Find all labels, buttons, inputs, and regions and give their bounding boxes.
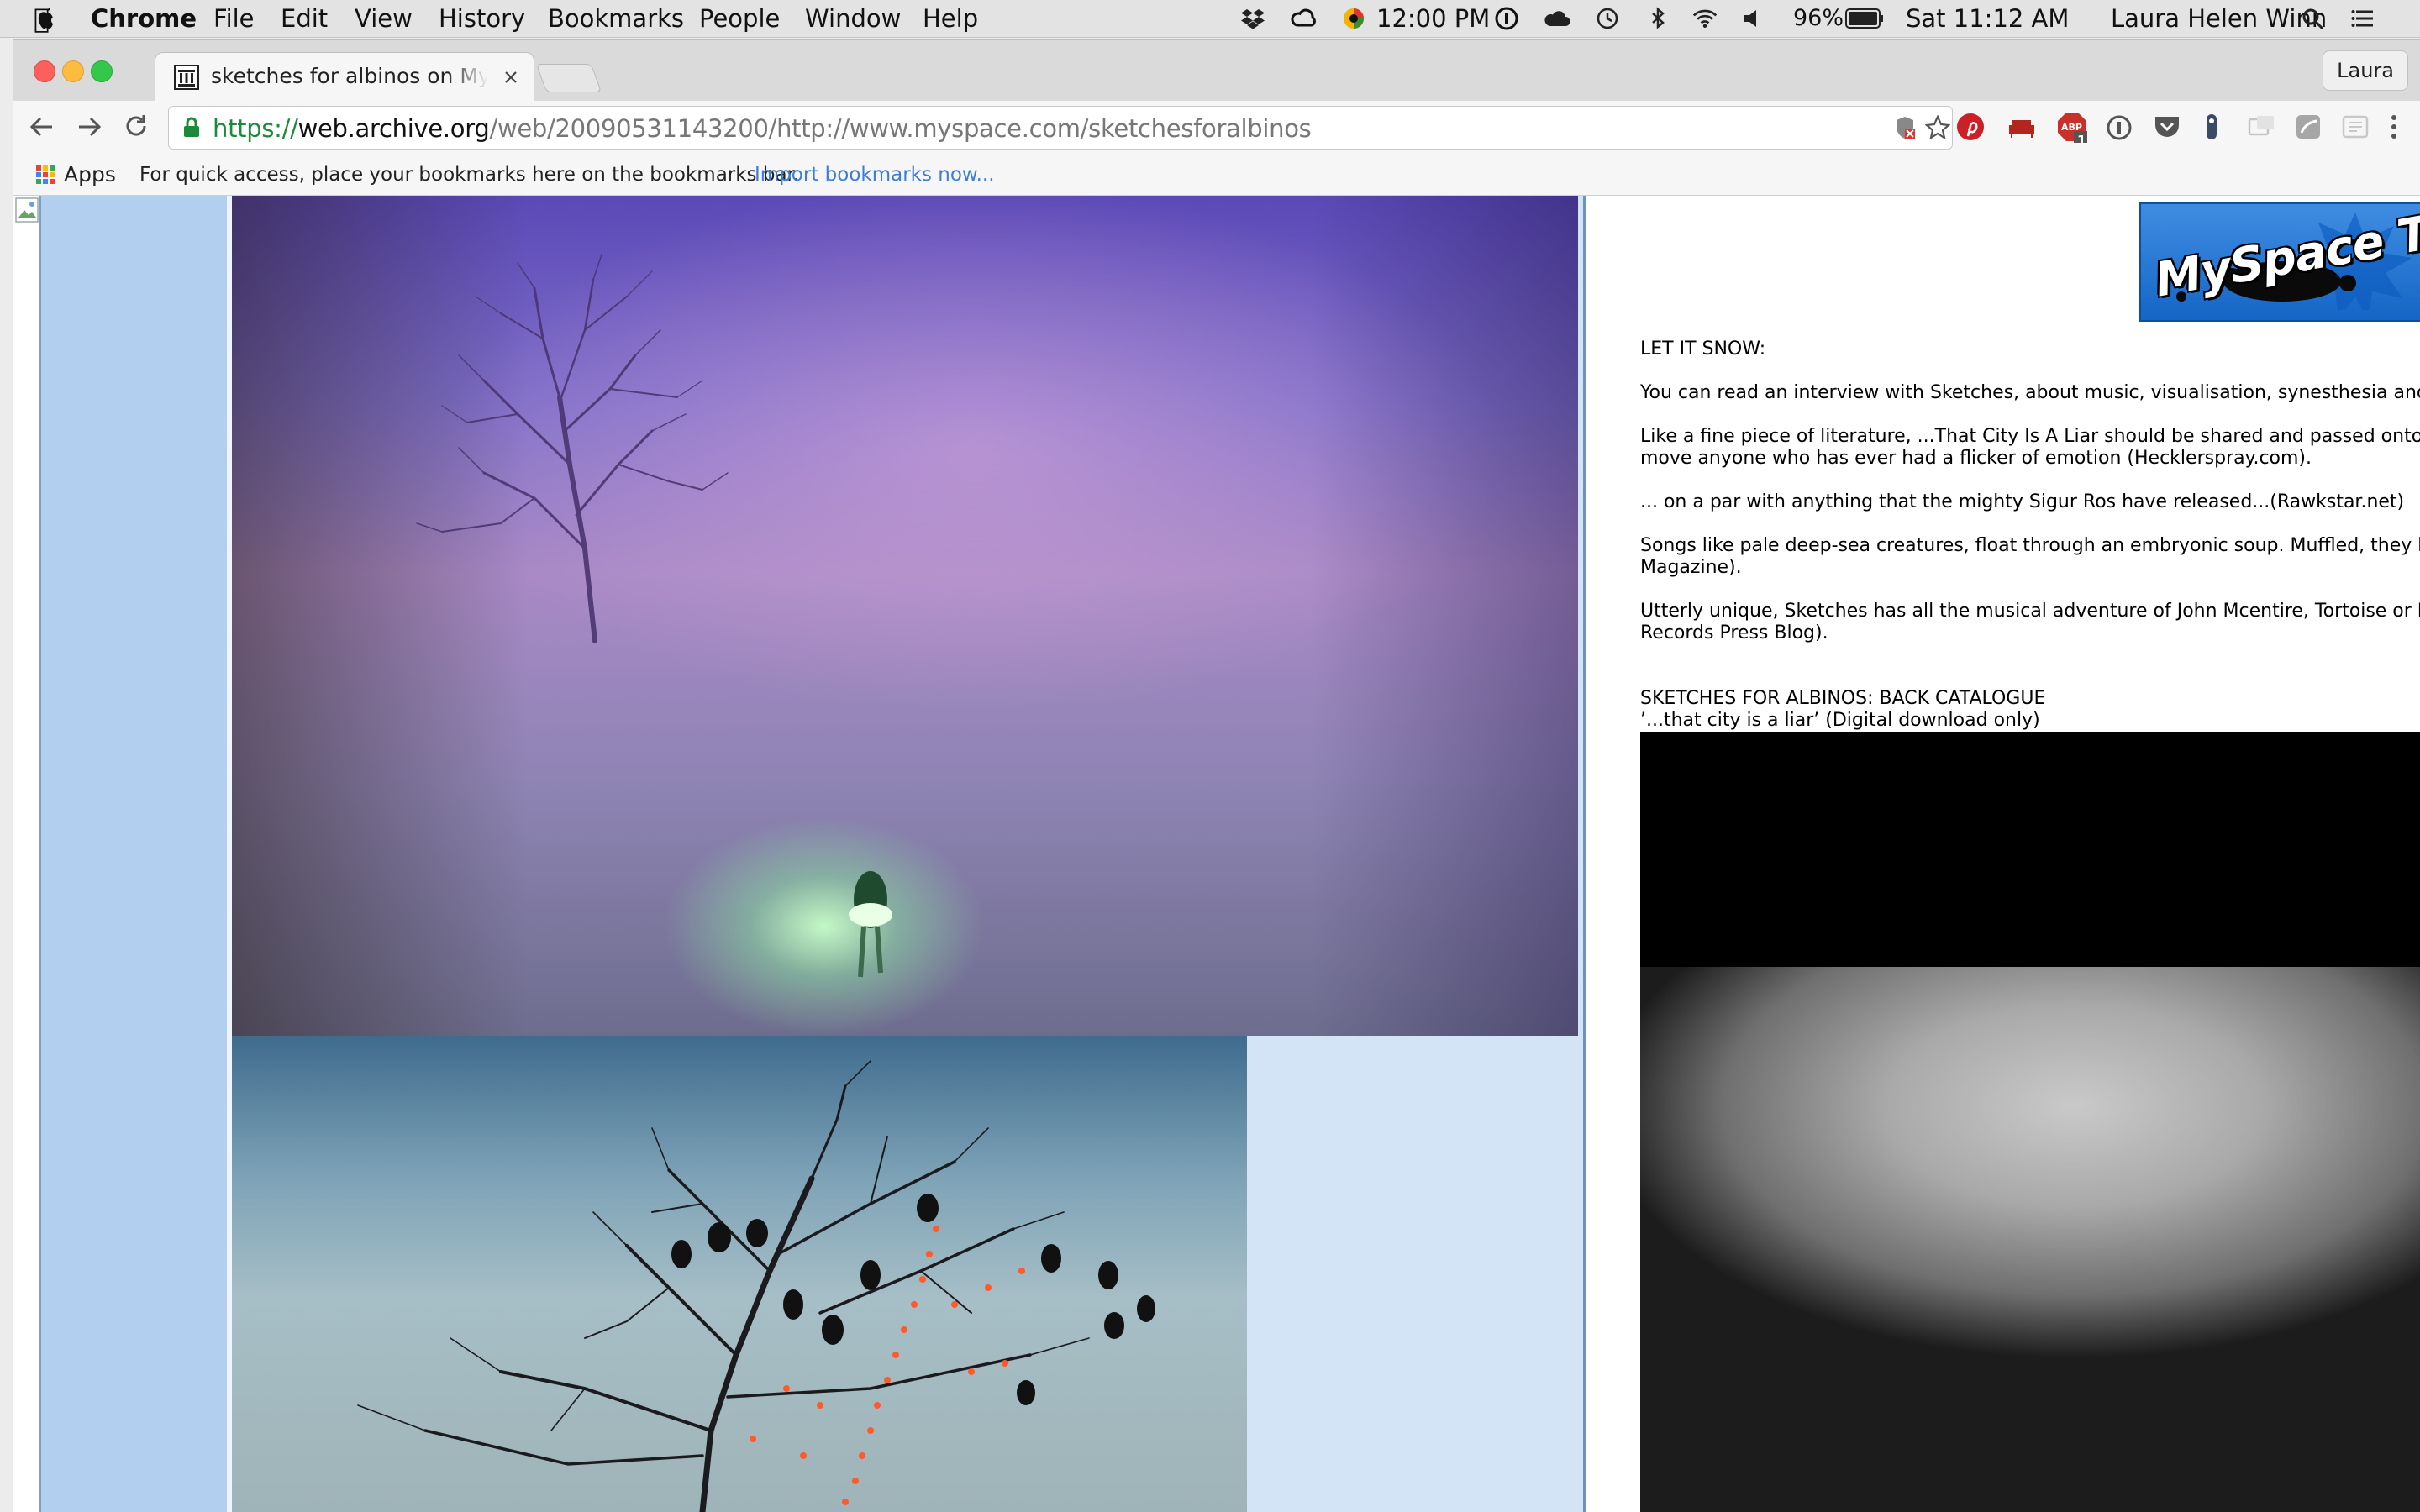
volume-icon[interactable] xyxy=(1741,7,1766,30)
broken-image-icon xyxy=(15,197,39,223)
quote-deep-sea-line-1: Songs like pale deep-sea creatures, floa… xyxy=(1640,535,2420,556)
menu-people[interactable]: People xyxy=(699,4,780,33)
spotlight-search-icon[interactable] xyxy=(2301,7,2326,30)
close-tab-icon[interactable] xyxy=(503,70,518,85)
menu-window[interactable]: Window xyxy=(805,4,901,33)
chrome-window: sketches for albinos on MySpace Laura ht… xyxy=(13,40,2420,1512)
web-page-content: MySpace Toys LET IT SNOW: You can read a… xyxy=(13,196,2420,1512)
crows-tree-illustration xyxy=(357,1060,1155,1512)
menu-bookmarks[interactable]: Bookmarks xyxy=(548,4,684,33)
apps-grid-icon[interactable] xyxy=(35,165,55,185)
url-path: /web/20090531143200/http://www.myspace.c… xyxy=(489,114,1312,143)
profile-text-column: MySpace Toys LET IT SNOW: You can read a… xyxy=(1586,196,2420,1512)
time-machine-icon[interactable] xyxy=(1595,7,1620,30)
album-cover-image[interactable] xyxy=(1640,732,2420,1512)
bookmarks-bar-hint: For quick access, place your bookmarks h… xyxy=(139,164,800,186)
browser-toolbar: https://web.archive.org/web/200905311432… xyxy=(13,101,2420,153)
snowy-field-photo xyxy=(232,196,1578,1036)
menu-file[interactable]: File xyxy=(213,4,255,33)
onepassword-extension-icon[interactable] xyxy=(2106,114,2133,141)
internet-archive-favicon-icon xyxy=(174,65,199,90)
dropbox-icon[interactable] xyxy=(1240,7,1265,30)
crows-tree-photo xyxy=(232,1036,1247,1512)
url-scheme: https:// xyxy=(213,114,298,143)
import-bookmarks-link[interactable]: Import bookmarks now... xyxy=(755,164,995,186)
apps-shortcut[interactable]: Apps xyxy=(64,162,116,186)
url-host: web.archive.org xyxy=(297,114,490,143)
tracker-blocker-icon[interactable] xyxy=(1893,115,1917,140)
address-bar[interactable]: https://web.archive.org/web/200905311432… xyxy=(168,106,1953,150)
pocket-save-icon[interactable] xyxy=(2153,114,2181,139)
apple-logo-icon[interactable] xyxy=(34,5,59,32)
bookmarks-bar: Apps For quick access, place your bookma… xyxy=(13,153,2420,196)
bookmark-star-icon[interactable] xyxy=(1925,115,1950,140)
menu-view[interactable]: View xyxy=(355,4,413,33)
pocket-chair-icon[interactable] xyxy=(2007,114,2037,139)
profile-button[interactable]: Laura xyxy=(2323,50,2408,91)
battery-icon[interactable] xyxy=(1845,8,1884,29)
secure-lock-icon[interactable] xyxy=(182,117,201,139)
quote-utterly-unique-line-2: Records Press Blog). xyxy=(1640,622,1828,643)
quote-rawkstar: ... on a par with anything that the migh… xyxy=(1640,491,2405,512)
new-tab-button[interactable] xyxy=(535,64,602,92)
notification-center-icon[interactable] xyxy=(2351,7,2376,30)
menu-edit[interactable]: Edit xyxy=(281,4,328,33)
reload-icon[interactable] xyxy=(123,113,150,139)
color-wheel-icon[interactable] xyxy=(1341,7,1366,30)
menu-user-name[interactable]: Laura Helen Winn xyxy=(2111,4,2327,33)
tab-strip: sketches for albinos on MySpace Laura xyxy=(13,40,2420,102)
icloud-icon[interactable] xyxy=(1544,7,1570,30)
myspace-toys-banner[interactable]: MySpace Toys xyxy=(2139,202,2420,322)
menu-help[interactable]: Help xyxy=(923,4,978,33)
forward-arrow-icon[interactable] xyxy=(76,114,103,139)
shield-extension-icon[interactable] xyxy=(2294,113,2323,141)
back-arrow-icon[interactable] xyxy=(29,114,55,139)
menu-clock-time[interactable]: 12:00 PM xyxy=(1376,4,1490,33)
chrome-menu-icon[interactable] xyxy=(2388,113,2400,141)
pinterest-icon[interactable] xyxy=(1956,113,1985,141)
back-catalogue-item: ’...that city is a liar’ (Digital downlo… xyxy=(1640,710,2040,731)
battery-percent: 96% xyxy=(1793,5,1844,31)
url-text[interactable]: https://web.archive.org/web/200905311432… xyxy=(213,114,1312,143)
quote-utterly-unique-line-1: Utterly unique, Sketches has all the mus… xyxy=(1640,601,2420,622)
zoom-window-button[interactable] xyxy=(91,60,113,82)
back-catalogue-heading: SKETCHES FOR ALBINOS: BACK CATALOGUE xyxy=(1640,688,2046,709)
page-left-margin xyxy=(13,196,39,1512)
minimize-window-button[interactable] xyxy=(62,60,84,82)
menu-datetime[interactable]: Sat 11:12 AM xyxy=(1906,4,2069,33)
menu-history[interactable]: History xyxy=(439,4,525,33)
wifi-icon[interactable] xyxy=(1692,7,1718,30)
quote-hecklerspray-line-1: Like a fine piece of literature, ...That… xyxy=(1640,426,2420,447)
close-window-button[interactable] xyxy=(34,60,55,82)
disabled-extension-icon[interactable] xyxy=(2247,114,2275,139)
tab-title: sketches for albinos on MySpace xyxy=(211,64,488,88)
left-sidebar-strip xyxy=(39,196,229,1512)
macos-menu-bar:  Chrome File Edit View History Bookmark… xyxy=(0,0,2420,38)
onepassword-icon[interactable] xyxy=(1494,7,1519,30)
evernote-clip-icon[interactable] xyxy=(2202,113,2222,141)
bare-tree-illustration xyxy=(416,254,892,978)
adblock-badge-count: 1 xyxy=(2077,133,2086,148)
reader-extension-icon[interactable] xyxy=(2341,114,2370,139)
quote-hecklerspray-line-2: move anyone who has ever had a flicker o… xyxy=(1640,448,2312,469)
heading-let-it-snow: LET IT SNOW: xyxy=(1640,339,1766,360)
bluetooth-icon[interactable] xyxy=(1645,7,1670,30)
creative-cloud-icon[interactable] xyxy=(1291,7,1316,30)
quote-deep-sea-line-2: Magazine). xyxy=(1640,557,1742,578)
tab-active[interactable]: sketches for albinos on MySpace xyxy=(155,52,534,102)
interview-paragraph: You can read an interview with Sketches,… xyxy=(1640,382,2420,403)
menu-app-chrome[interactable]: Chrome xyxy=(91,4,197,33)
